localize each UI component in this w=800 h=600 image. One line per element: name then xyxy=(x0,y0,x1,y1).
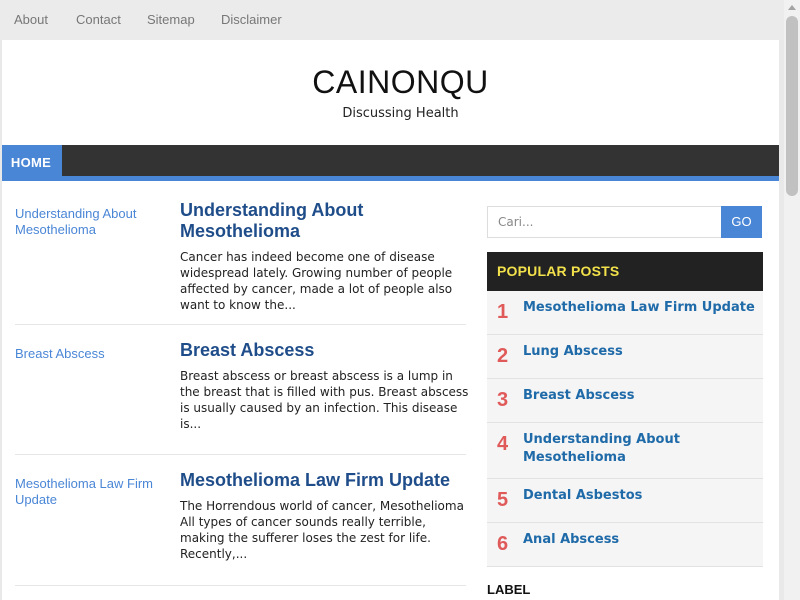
post-item: Mesothelioma Law Firm Update Mesotheliom… xyxy=(15,470,466,580)
popular-post-item[interactable]: 4 Understanding About Mesothelioma xyxy=(487,423,763,479)
popular-post-title[interactable]: Mesothelioma Law Firm Update xyxy=(523,299,758,317)
popular-post-title[interactable]: Understanding About Mesothelioma xyxy=(523,431,758,467)
popular-post-number: 2 xyxy=(497,345,509,367)
page-container: CAINONQU Discussing Health HOME Understa… xyxy=(2,40,779,600)
popular-post-number: 4 xyxy=(497,433,509,455)
post-excerpt: Cancer has indeed become one of disease … xyxy=(180,250,453,312)
popular-post-title[interactable]: Lung Abscess xyxy=(523,343,758,361)
scrollbar-thumb[interactable] xyxy=(786,16,798,196)
search-go-button[interactable]: GO xyxy=(721,206,762,238)
popular-post-item[interactable]: 3 Breast Abscess xyxy=(487,379,763,423)
post-title[interactable]: Mesothelioma Law Firm Update xyxy=(180,470,470,491)
site-title[interactable]: CAINONQU xyxy=(2,64,779,101)
popular-posts-heading: POPULAR POSTS xyxy=(487,252,763,291)
search-box xyxy=(487,206,722,238)
label-heading: LABEL xyxy=(487,582,531,597)
popular-posts-heading-label: POPULAR POSTS xyxy=(497,263,620,279)
top-nav: About Contact Sitemap Disclaimer xyxy=(0,0,784,40)
post-thumbnail[interactable]: Mesothelioma Law Firm Update xyxy=(15,476,165,508)
top-nav-disclaimer[interactable]: Disclaimer xyxy=(221,12,282,27)
top-nav-about[interactable]: About xyxy=(14,12,48,27)
nav-home[interactable]: HOME xyxy=(2,145,62,181)
top-nav-sitemap[interactable]: Sitemap xyxy=(147,12,195,27)
popular-post-item[interactable]: 1 Mesothelioma Law Firm Update xyxy=(487,291,763,335)
popular-post-number: 6 xyxy=(497,533,509,555)
page-scrollbar[interactable] xyxy=(784,0,800,600)
post-thumbnail[interactable]: Understanding About Mesothelioma xyxy=(15,206,165,238)
post-item: Breast Abscess Breast Abscess Breast abs… xyxy=(15,340,468,450)
popular-post-title[interactable]: Dental Asbestos xyxy=(523,487,758,505)
search-input[interactable] xyxy=(488,207,721,237)
popular-post-title[interactable]: Breast Abscess xyxy=(523,387,758,405)
post-divider xyxy=(15,454,466,455)
popular-post-item[interactable]: 5 Dental Asbestos xyxy=(487,479,763,523)
popular-post-item[interactable]: 2 Lung Abscess xyxy=(487,335,763,379)
popular-post-number: 3 xyxy=(497,389,509,411)
scroll-up-arrow-icon[interactable] xyxy=(788,5,796,10)
post-excerpt: The Horrendous world of cancer, Mesothel… xyxy=(180,499,464,561)
post-divider xyxy=(15,585,466,586)
site-description: Discussing Health xyxy=(342,106,459,121)
popular-post-item[interactable]: 6 Anal Abscess xyxy=(487,523,763,567)
popular-post-number: 1 xyxy=(497,301,509,323)
post-excerpt: Breast abscess or breast abscess is a lu… xyxy=(180,369,469,431)
post-title[interactable]: Understanding About Mesothelioma xyxy=(180,200,470,242)
post-thumbnail[interactable]: Breast Abscess xyxy=(15,346,165,362)
post-title[interactable]: Breast Abscess xyxy=(180,340,470,361)
popular-post-number: 5 xyxy=(497,489,509,511)
top-nav-contact[interactable]: Contact xyxy=(76,12,121,27)
post-item: Understanding About Mesothelioma Underst… xyxy=(15,200,466,320)
main-nav: HOME xyxy=(2,145,779,181)
popular-post-title[interactable]: Anal Abscess xyxy=(523,531,758,549)
post-divider xyxy=(15,324,466,325)
